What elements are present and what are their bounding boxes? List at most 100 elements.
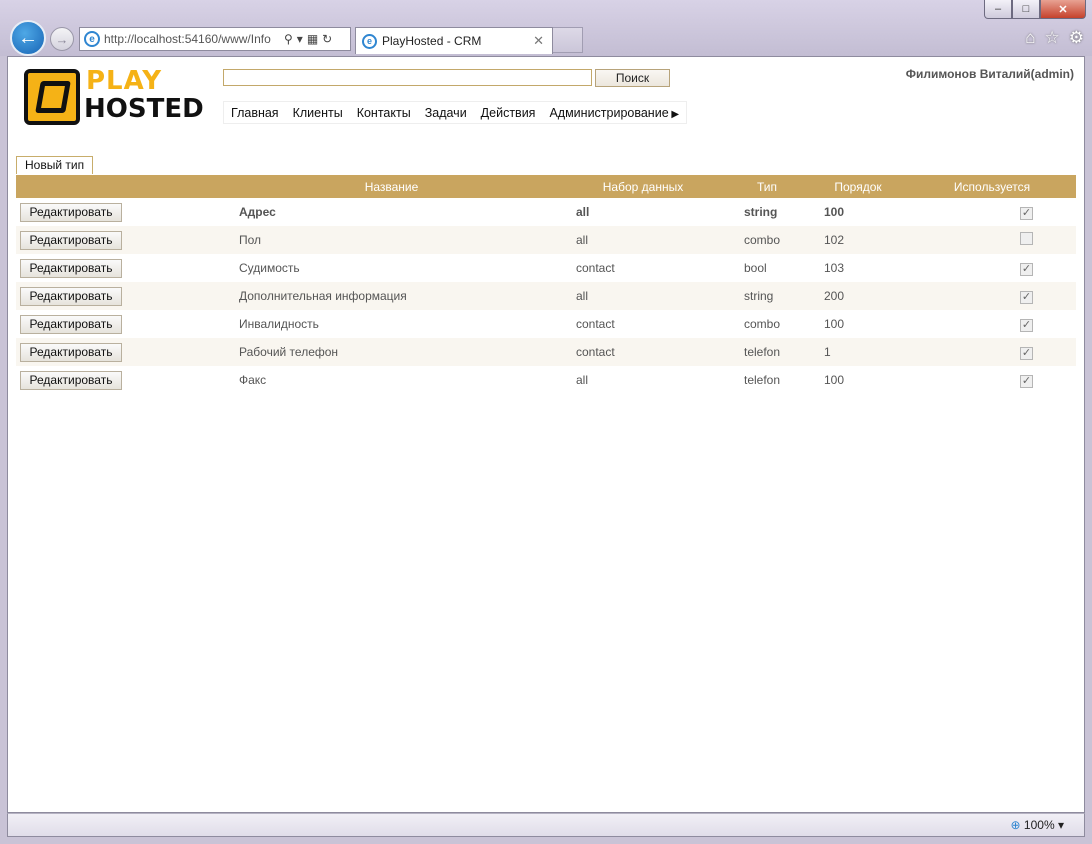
edit-button[interactable]: Редактировать bbox=[20, 314, 122, 334]
tab-close-icon[interactable]: ✕ bbox=[533, 33, 544, 49]
table-row: Редактировать Рабочий телефон contact telef… bbox=[16, 338, 1076, 366]
zoom-control[interactable]: ⊕ 100% ▾ bbox=[1011, 818, 1064, 832]
column-header-actions bbox=[16, 175, 223, 198]
cell-dataset: contact bbox=[576, 317, 615, 331]
cell-used: ✓ bbox=[908, 254, 1076, 282]
logo-text-play: PLAY bbox=[86, 66, 163, 96]
row-actions-cell: Редактировать bbox=[16, 282, 223, 310]
cell-used bbox=[908, 226, 1076, 254]
menu-item-clients[interactable]: Клиенты bbox=[286, 106, 350, 120]
used-checkbox[interactable]: ✓ bbox=[1020, 374, 1033, 388]
forward-arrow-icon[interactable]: → bbox=[50, 27, 74, 51]
browser-tab[interactable]: e PlayHosted - CRM ✕ bbox=[355, 27, 553, 54]
cell-dataset: contact bbox=[576, 345, 615, 359]
playhosted-logo[interactable]: PLAY HOSTED bbox=[24, 67, 204, 127]
edit-button[interactable]: Редактировать bbox=[20, 202, 122, 222]
cell-used: ✓ bbox=[908, 282, 1076, 310]
address-bar[interactable]: e http://localhost:54160/www/Info ⚲▾▦↻ bbox=[79, 27, 351, 51]
types-table: Название Набор данных Тип Порядок Исполь… bbox=[16, 175, 1076, 394]
favorites-star-icon[interactable]: ☆ bbox=[1045, 28, 1060, 48]
maximize-icon[interactable]: □ bbox=[1012, 0, 1040, 19]
used-checkbox[interactable]: ✓ bbox=[1020, 346, 1033, 360]
table-row: Редактировать Дополнительная информация al… bbox=[16, 282, 1076, 310]
settings-gear-icon[interactable]: ⚙ bbox=[1069, 28, 1084, 48]
used-checkbox[interactable]: ✓ bbox=[1020, 318, 1033, 332]
window-controls: – □ ✕ bbox=[984, 0, 1086, 19]
current-user: Филимонов Виталий(admin) bbox=[905, 67, 1074, 81]
new-tab-button[interactable] bbox=[553, 27, 583, 53]
used-checkbox[interactable]: ✓ bbox=[1020, 206, 1033, 220]
cell-order: 100 bbox=[824, 317, 845, 331]
column-header-name[interactable]: Название bbox=[223, 175, 560, 198]
page-content: PLAY HOSTED Поиск Филимонов Виталий(admi… bbox=[7, 56, 1085, 813]
edit-button[interactable]: Редактировать bbox=[20, 258, 122, 278]
edit-button[interactable]: Редактировать bbox=[20, 370, 122, 390]
column-header-dataset[interactable]: Набор данных bbox=[560, 175, 726, 198]
search-input[interactable] bbox=[223, 69, 592, 86]
edit-button[interactable]: Редактировать bbox=[20, 342, 122, 362]
address-tools-icons[interactable]: ⚲▾▦↻ bbox=[284, 32, 336, 46]
logo-mark-icon bbox=[24, 69, 80, 125]
table-row: Редактировать Пол all combo 102 bbox=[16, 226, 1076, 254]
cell-type: combo bbox=[744, 233, 781, 247]
close-icon[interactable]: ✕ bbox=[1040, 0, 1086, 19]
zoom-level: 100% bbox=[1023, 818, 1055, 832]
menu-item-administration[interactable]: Администрирование bbox=[542, 106, 686, 120]
search-button[interactable]: Поиск bbox=[595, 69, 670, 87]
cell-dataset: all bbox=[576, 289, 589, 303]
cell-order: 200 bbox=[824, 289, 845, 303]
cell-type: string bbox=[744, 205, 778, 219]
minimize-icon[interactable]: – bbox=[984, 0, 1012, 19]
used-checkbox[interactable]: ✓ bbox=[1020, 290, 1033, 304]
row-actions-cell: Редактировать bbox=[16, 198, 223, 226]
cell-used: ✓ bbox=[908, 338, 1076, 366]
back-arrow-icon[interactable]: ← bbox=[10, 20, 46, 56]
menu-item-actions[interactable]: Действия bbox=[474, 106, 543, 120]
row-actions-cell: Редактировать bbox=[16, 226, 223, 254]
cell-name: Пол bbox=[239, 233, 262, 247]
tab-title: PlayHosted - CRM bbox=[382, 34, 482, 48]
column-header-used[interactable]: Используется bbox=[908, 175, 1076, 198]
status-bar: ⊕ 100% ▾ bbox=[7, 813, 1085, 837]
chevron-down-icon[interactable]: ▾ bbox=[1058, 818, 1064, 832]
menu-item-home[interactable]: Главная bbox=[224, 106, 286, 120]
cell-order: 100 bbox=[824, 205, 845, 219]
cell-dataset: all bbox=[576, 373, 589, 387]
edit-button[interactable]: Редактировать bbox=[20, 286, 122, 306]
cell-type: telefon bbox=[744, 345, 781, 359]
ie-page-icon: e bbox=[84, 31, 100, 47]
table-row: Редактировать Инвалидность contact combo 100… bbox=[16, 310, 1076, 338]
cell-name: Факс bbox=[239, 373, 267, 387]
cell-order: 100 bbox=[824, 373, 845, 387]
cell-type: combo bbox=[744, 317, 781, 331]
column-header-type[interactable]: Тип bbox=[726, 175, 808, 198]
cell-name: Судимость bbox=[239, 261, 300, 275]
home-icon[interactable]: ⌂ bbox=[1025, 28, 1035, 48]
ie-tab-icon: e bbox=[362, 33, 377, 49]
cell-name: Рабочий телефон bbox=[239, 345, 339, 359]
column-header-order[interactable]: Порядок bbox=[808, 175, 908, 198]
used-checkbox[interactable]: ✓ bbox=[1020, 262, 1033, 276]
cell-type: telefon bbox=[744, 373, 781, 387]
cell-used: ✓ bbox=[908, 366, 1076, 394]
address-url[interactable]: http://localhost:54160/www/Info bbox=[104, 32, 280, 46]
browser-chrome: – □ ✕ ← → e http://localhost:54160/www/I… bbox=[0, 0, 1092, 56]
row-actions-cell: Редактировать bbox=[16, 310, 223, 338]
cell-type: string bbox=[744, 289, 774, 303]
new-type-button[interactable]: Новый тип bbox=[16, 156, 94, 174]
table-row: Редактировать Факс all telefon 100 ✓ bbox=[16, 366, 1076, 394]
cell-name: Дополнительная информация bbox=[239, 289, 407, 303]
cell-order: 1 bbox=[824, 345, 831, 359]
cell-name: Адрес bbox=[239, 205, 276, 219]
edit-button[interactable]: Редактировать bbox=[20, 230, 122, 250]
menu-item-tasks[interactable]: Задачи bbox=[418, 106, 474, 120]
menu-item-contacts[interactable]: Контакты bbox=[350, 106, 418, 120]
cell-dataset: contact bbox=[576, 261, 615, 275]
used-checkbox[interactable] bbox=[1020, 232, 1033, 245]
cell-order: 102 bbox=[824, 233, 845, 247]
cell-type: bool bbox=[744, 261, 767, 275]
row-actions-cell: Редактировать bbox=[16, 366, 223, 394]
table-header-row: Название Набор данных Тип Порядок Исполь… bbox=[16, 175, 1076, 198]
cell-used: ✓ bbox=[908, 310, 1076, 338]
main-menu: Главная Клиенты Контакты Задачи Действия… bbox=[223, 101, 688, 124]
